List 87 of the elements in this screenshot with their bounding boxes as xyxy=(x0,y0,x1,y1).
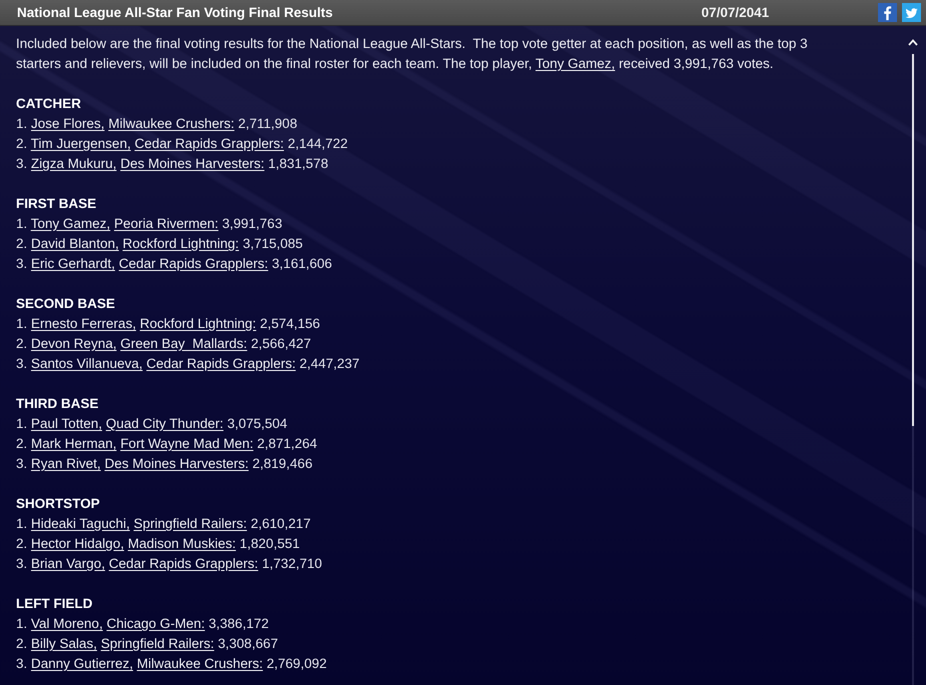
team-link[interactable]: Rockford Lightning: xyxy=(122,236,239,251)
vote-count: 1,732,710 xyxy=(262,556,322,571)
vote-count: 2,447,237 xyxy=(299,356,360,371)
player-link[interactable]: Santos Villanueva, xyxy=(31,356,143,371)
rank-number: 1. xyxy=(16,216,28,231)
team-link[interactable]: Springfield Railers: xyxy=(134,516,247,531)
rank-number: 2. xyxy=(16,536,28,551)
player-link[interactable]: Tony Gamez, xyxy=(30,216,110,231)
vote-count: 2,871,264 xyxy=(257,436,318,451)
rank-number: 1. xyxy=(16,616,28,631)
vote-count: 3,161,606 xyxy=(272,256,332,271)
player-link[interactable]: Billy Salas, xyxy=(31,636,98,651)
team-link[interactable]: Green Bay Mallards: xyxy=(120,336,248,351)
vote-count: 2,711,908 xyxy=(238,116,298,131)
facebook-icon[interactable] xyxy=(878,3,897,22)
position-heading: SECOND BASE xyxy=(16,295,116,313)
scroll-up-icon[interactable] xyxy=(908,39,918,46)
rank-number: 2. xyxy=(16,136,28,151)
player-link[interactable]: Tim Juergensen, xyxy=(30,136,131,151)
vote-count: 2,610,217 xyxy=(250,516,311,531)
position-heading: CATCHER xyxy=(16,95,82,113)
position-heading: LEFT FIELD xyxy=(16,595,94,613)
vote-count: 3,715,085 xyxy=(242,236,303,251)
vote-count: 2,574,156 xyxy=(260,316,320,331)
player-link[interactable]: Ryan Rivet, xyxy=(31,456,101,471)
player-link[interactable]: David Blanton, xyxy=(31,236,119,251)
player-link[interactable]: Val Moreno, xyxy=(31,616,103,631)
rank-number: 3. xyxy=(16,456,28,471)
team-link[interactable]: Milwaukee Crushers: xyxy=(108,116,234,131)
position-heading: FIRST BASE xyxy=(16,195,98,213)
rank-number: 3. xyxy=(16,356,28,371)
vote-count: 2,769,092 xyxy=(266,656,327,671)
position-heading: THIRD BASE xyxy=(16,395,100,413)
player-link[interactable]: Eric Gerhardt, xyxy=(31,256,116,271)
player-link[interactable]: Hector Hidalgo, xyxy=(31,536,124,551)
vote-count: 3,308,667 xyxy=(218,636,278,651)
vote-count: 3,991,763 xyxy=(222,216,282,231)
vote-count: 3,386,172 xyxy=(208,616,269,631)
scrollbar-thumb[interactable] xyxy=(912,54,914,426)
team-link[interactable]: Cedar Rapids Grapplers: xyxy=(134,136,284,151)
player-link[interactable]: Tony Gamez, xyxy=(536,56,616,71)
team-link[interactable]: Cedar Rapids Grapplers: xyxy=(146,356,296,371)
scrollbar-track[interactable] xyxy=(912,54,914,685)
vote-count: 1,820,551 xyxy=(240,536,300,551)
date-label: 07/07/2041 xyxy=(701,5,769,20)
player-link[interactable]: Jose Flores, xyxy=(31,116,105,131)
player-link[interactable]: Zigza Mukuru, xyxy=(31,156,117,171)
vote-count: 1,831,578 xyxy=(268,156,328,171)
rank-number: 1. xyxy=(16,516,28,531)
team-link[interactable]: Milwaukee Crushers: xyxy=(136,656,263,671)
rank-number: 3. xyxy=(16,156,28,171)
window-title: National League All-Star Fan Voting Final Results xyxy=(17,5,334,20)
team-link[interactable]: Chicago G-Men: xyxy=(106,616,205,631)
rank-number: 2. xyxy=(16,636,28,651)
team-link[interactable]: Springfield Railers: xyxy=(100,636,214,651)
vote-count: 2,566,427 xyxy=(250,336,311,351)
player-link[interactable]: Devon Reyna, xyxy=(31,336,117,351)
team-link[interactable]: Cedar Rapids Grapplers: xyxy=(118,256,268,271)
team-link[interactable]: Des Moines Harvesters: xyxy=(120,156,264,171)
intro-paragraph: Included below are the final voting results for the National League All-Stars. The top vote getter at each position, as well as the top 3 starters and relievers, will be included on the final roster for each team. The top player, Tony Gamez, received 3,991,763 votes. xyxy=(16,35,808,73)
team-link[interactable]: Des Moines Harvesters: xyxy=(104,456,249,471)
vote-count: 3,075,504 xyxy=(227,416,288,431)
rank-number: 2. xyxy=(16,236,28,251)
position-heading: SHORTSTOP xyxy=(16,495,101,513)
rank-number: 1. xyxy=(16,316,28,331)
vote-count: 2,819,466 xyxy=(252,456,312,471)
rank-number: 2. xyxy=(16,336,28,351)
player-link[interactable]: Brian Vargo, xyxy=(31,556,106,571)
team-link[interactable]: Rockford Lightning: xyxy=(140,316,256,331)
rank-number: 3. xyxy=(16,656,28,671)
team-link[interactable]: Quad City Thunder: xyxy=(106,416,224,431)
player-link[interactable]: Paul Totten, xyxy=(31,416,102,431)
rank-number: 2. xyxy=(16,436,28,451)
rank-number: 3. xyxy=(16,256,28,271)
player-link[interactable]: Mark Herman, xyxy=(31,436,117,451)
player-link[interactable]: Ernesto Ferreras, xyxy=(31,316,136,331)
team-link[interactable]: Madison Muskies: xyxy=(128,536,236,551)
rank-number: 3. xyxy=(16,556,28,571)
player-link[interactable]: Danny Gutierrez, xyxy=(31,656,134,671)
vote-count: 2,144,722 xyxy=(288,136,348,151)
rank-number: 1. xyxy=(16,116,28,131)
twitter-icon[interactable] xyxy=(902,3,921,22)
player-link[interactable]: Hideaki Taguchi, xyxy=(31,516,130,531)
team-link[interactable]: Fort Wayne Mad Men: xyxy=(120,436,254,451)
team-link[interactable]: Cedar Rapids Grapplers: xyxy=(108,556,258,571)
team-link[interactable]: Peoria Rivermen: xyxy=(114,216,218,231)
rank-number: 1. xyxy=(16,416,28,431)
